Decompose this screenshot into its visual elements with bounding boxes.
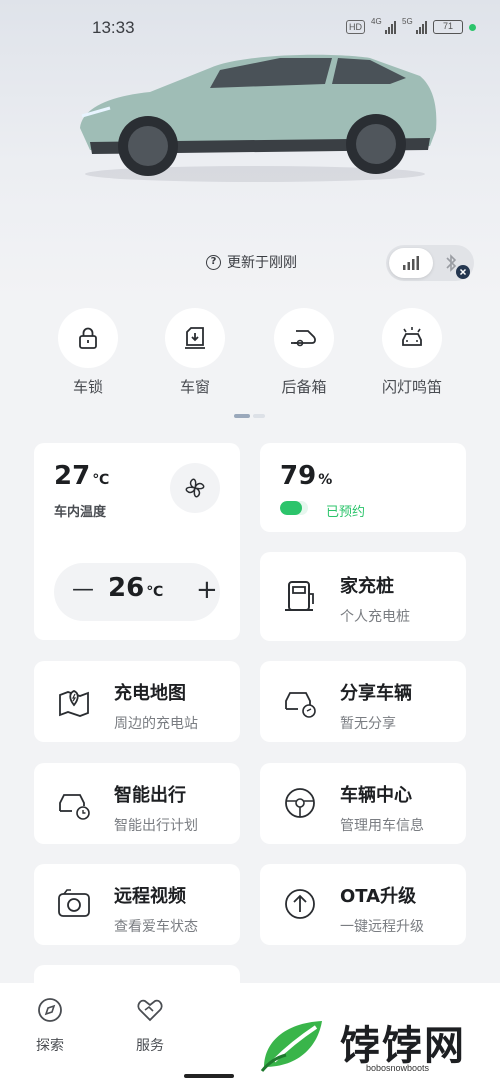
signal-4g-icon: 4G [371,17,396,34]
watermark-logo-icon [260,1021,322,1072]
quick-action-trunk[interactable]: 后备箱 [259,308,349,397]
help-icon[interactable]: ? [206,254,221,270]
flash-horn-icon [402,327,422,346]
cellular-option[interactable] [389,248,433,278]
fan-button[interactable] [170,463,220,513]
quick-action-window[interactable]: 车窗 [150,308,240,397]
home-indicator [184,1074,234,1078]
connection-toggle[interactable] [386,245,474,281]
trunk-icon [291,330,316,347]
service-icon [137,999,163,1022]
smart-trip-icon [59,794,90,820]
battery-card[interactable]: 79% 已预约 [260,443,466,532]
update-status: ? 更新于刚刚 [206,252,297,272]
set-temp-display: 26 ℃ [108,573,164,603]
page-indicator [234,414,265,418]
explore-icon [38,998,62,1022]
steering-wheel-icon [285,788,315,818]
temp-increase-button[interactable]: + [196,575,218,605]
car-image [80,54,437,182]
vehicle-center-tile[interactable]: 车辆中心 管理用车信息 [260,763,466,844]
status-icons: HD 4G 5G 71 [346,17,476,34]
charger-icon [285,581,314,611]
inside-temp-value: 27 [54,461,91,491]
charge-map-tile[interactable]: 充电地图 周边的充电站 [34,661,240,742]
battery-percent: 79 [280,461,317,491]
battery-level-bar [280,501,308,515]
quick-actions: 车锁 车窗 后备箱 闪灯鸣笛 [0,308,500,398]
quick-action-lock[interactable]: 车锁 [43,308,133,397]
charge-status: 已预约 [326,505,366,520]
tab-service[interactable]: 服务 [120,995,180,1055]
battery-icon: 71 [433,20,463,34]
inside-temp-label: 车内温度 [54,505,107,520]
share-vehicle-tile[interactable]: 分享车辆 暂无分享 [260,661,466,742]
smart-trip-tile[interactable]: 智能出行 智能出行计划 [34,763,240,844]
home-charger-tile[interactable]: 家充桩 个人充电桩 [260,552,466,641]
update-text: 更新于刚刚 [227,255,297,271]
hd-badge: HD [346,20,365,34]
battery-level-fill [280,501,303,515]
signal-5g-icon: 5G [402,17,427,34]
fan-icon [185,478,205,498]
temp-stepper: — 26 ℃ + [54,563,220,621]
disconnected-badge-icon [456,265,470,279]
cellular-signal-icon [403,256,419,270]
upgrade-arrow-icon [285,889,315,919]
temp-decrease-button[interactable]: — [72,577,94,602]
privacy-dot-icon [469,23,476,31]
watermark-subtext: bobosnowboots [366,1063,430,1073]
ota-upgrade-tile[interactable]: OTA升级 一键远程升级 [260,864,466,945]
status-time: 13:33 [92,18,135,37]
quick-action-flash-horn[interactable]: 闪灯鸣笛 [367,308,457,397]
lock-icon [79,327,97,349]
tab-explore[interactable]: 探索 [20,995,80,1055]
remote-video-tile[interactable]: 远程视频 查看爱车状态 [34,864,240,945]
charge-map-icon [59,690,89,717]
share-vehicle-icon [285,692,316,718]
watermark: 饽饽网 bobosnowboots [230,1005,492,1083]
camera-icon [58,889,90,917]
window-icon [185,327,205,349]
climate-card[interactable]: 27 ℃ 车内温度 — 26 ℃ + [34,443,240,640]
